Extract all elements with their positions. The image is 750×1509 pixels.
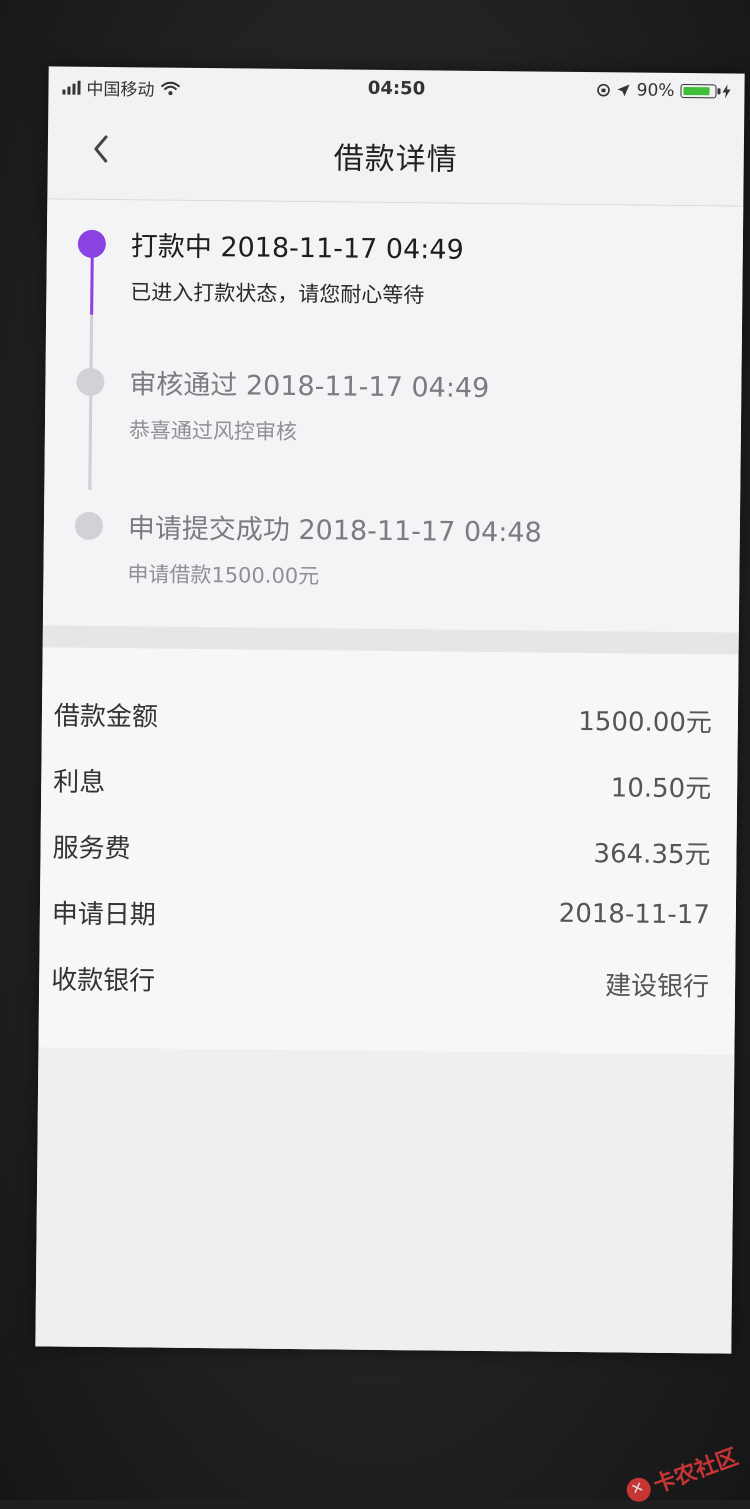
timeline-line [88, 314, 94, 490]
timeline-desc: 申请借款1500.00元 [127, 562, 320, 589]
rotation-lock-icon [597, 83, 611, 97]
battery-percent: 90% [636, 80, 675, 101]
battery-icon [680, 84, 721, 99]
status-right: 90% [597, 80, 731, 101]
timeline-item-submitted: 申请提交成功 2018-11-17 04:48 申请借款1500.00元 [44, 483, 740, 588]
battery-fill [683, 87, 710, 96]
navigation-bar: 借款详情 [47, 106, 745, 207]
detail-label: 利息 [53, 767, 106, 799]
detail-row-interest: 利息 10.50元 [41, 753, 737, 810]
timeline-item-approved: 审核通过 2018-11-17 04:49 恭喜通过风控审核 [46, 339, 742, 444]
detail-value: 2018-11-17 [558, 898, 711, 931]
detail-label: 借款金额 [53, 701, 159, 733]
detail-label: 服务费 [52, 833, 131, 865]
charging-bolt-icon [722, 84, 731, 99]
page-title: 借款详情 [333, 141, 458, 178]
location-arrow-icon [617, 84, 630, 97]
empty-area [35, 1047, 735, 1354]
timeline-dot [74, 511, 104, 540]
timeline-title: 申请提交成功 2018-11-17 04:48 [127, 513, 542, 549]
detail-value: 1500.00元 [578, 706, 713, 739]
detail-row-service-fee: 服务费 364.35元 [40, 819, 736, 876]
detail-value: 10.50元 [610, 773, 712, 805]
detail-label: 申请日期 [51, 899, 157, 931]
timeline-dot [76, 367, 105, 396]
timeline-desc: 恭喜通过风控审核 [128, 418, 298, 445]
timeline-desc: 已进入打款状态，请您耐心等待 [130, 280, 425, 308]
watermark-logo-icon [623, 1474, 655, 1506]
detail-value: 364.35元 [593, 839, 711, 871]
detail-row-amount: 借款金额 1500.00元 [42, 687, 738, 744]
detail-label: 收款银行 [50, 965, 156, 997]
timeline-title: 审核通过 2018-11-17 04:49 [129, 369, 490, 405]
detail-row-apply-date: 申请日期 2018-11-17 [40, 885, 736, 942]
detail-value: 建设银行 [604, 971, 710, 1003]
detail-row-bank: 收款银行 建设银行 [39, 951, 735, 1008]
loan-details: 借款金额 1500.00元 利息 10.50元 服务费 364.35元 申请日期… [38, 647, 739, 1055]
timeline-dot-active [77, 229, 107, 258]
timeline-title: 打款中 2018-11-17 04:49 [130, 231, 464, 266]
phone-screen: 中国移动 04:50 90% 借款详情 打款中 2018-11-17 04:49… [35, 66, 745, 1354]
status-timeline: 打款中 2018-11-17 04:49 已进入打款状态，请您耐心等待 审核通过… [42, 199, 744, 633]
